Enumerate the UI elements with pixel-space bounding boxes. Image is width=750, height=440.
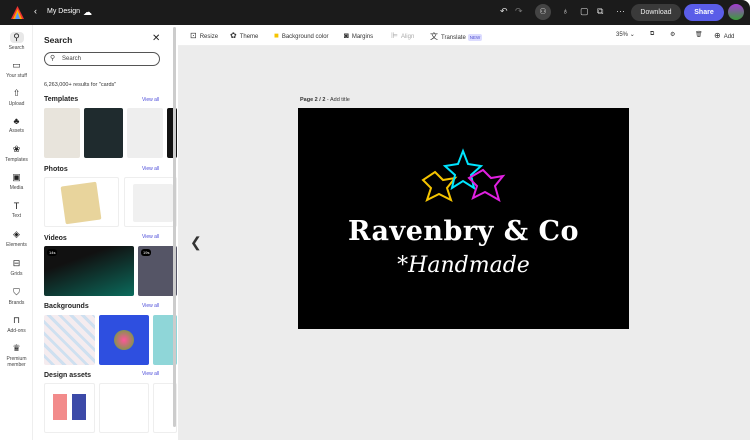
comment-icon[interactable]: ▢ [580,6,589,17]
rail-item-premium[interactable]: ♛ Premium member [0,343,33,368]
rail-item-brands[interactable]: ⛉ Brands [0,287,33,306]
elements-icon: ◈ [13,229,20,239]
rail-item-elements[interactable]: ◈ Elements [0,229,33,248]
brand-name: Ravenbry & Co [347,216,580,247]
left-rail: ⚲ Search ▭ Your stuff ⇧ Upload ♣ Assets ❀ Tem… [0,25,33,440]
more-icon[interactable]: ··· [616,6,625,16]
grids-icon: ⊟ [12,258,21,268]
assets-icon: ♣ [13,116,20,126]
undo-icon[interactable]: ↶ [500,6,508,17]
view-all-templates[interactable]: View all [142,97,159,103]
new-badge: NEW [467,34,483,41]
add-button[interactable]: ⊕ Add [714,31,734,40]
align-button[interactable]: ⊫ Align [391,31,414,40]
page-label: Page 2 / 2 - Add title [300,97,350,103]
delete-icon[interactable]: 🗑 [695,31,703,38]
view-all-backgrounds[interactable]: View all [142,303,159,309]
panel-title: Search [44,35,73,45]
editor-toolbar: ⊡ Resize ✿ Theme ■ Background color ◙ Margin… [178,25,750,46]
theme-icon: ✿ [230,31,237,40]
section-videos: Videos [44,235,67,242]
photo-thumbnail[interactable] [124,177,177,227]
rail-item-grids[interactable]: ⊟ Grids [0,258,33,277]
asset-thumbnail[interactable] [44,383,95,433]
chevron-down-icon: ⌄ [629,32,635,38]
margins-icon: ◙ [344,31,349,40]
template-thumbnail[interactable] [44,108,80,158]
photo-thumbnail[interactable] [44,177,119,227]
rail-item-media[interactable]: ▣ Media [0,172,33,191]
search-icon: ⚲ [9,32,24,43]
background-thumbnail[interactable] [99,315,149,365]
section-photos: Photos [44,166,68,173]
resize-button[interactable]: ⊡ Resize [190,31,218,40]
rail-item-addons[interactable]: ⊓ Add-ons [0,315,33,334]
upload-icon: ⇧ [12,88,21,98]
layers-icon[interactable]: ⚙ [670,31,675,38]
search-panel: Search ✕ ⚲ Search 6,263,000+ results for … [33,25,177,440]
rail-item-assets[interactable]: ♣ Assets [0,116,33,134]
zoom-select[interactable]: 35% ⌄ [616,31,635,38]
template-thumbnail[interactable] [127,108,163,158]
margins-button[interactable]: ◙ Margins [344,31,373,40]
pages-icon[interactable]: ⧉ [650,31,654,38]
align-icon: ⊫ [391,31,398,40]
text-icon: T [13,201,20,211]
share-button[interactable]: Share [684,4,724,21]
close-icon[interactable]: ✕ [152,33,160,44]
template-thumbnail[interactable] [84,108,123,158]
addons-icon: ⊓ [12,315,21,325]
resize-icon: ⊡ [190,31,197,40]
rail-item-search[interactable]: ⚲ Search [0,32,33,51]
app-logo-icon[interactable] [11,6,24,19]
rail-item-templates[interactable]: ❀ Templates [0,144,33,163]
design-page[interactable]: Ravenbry & Co *Handmade [298,108,629,329]
asset-thumbnail[interactable] [99,383,149,433]
translate-button[interactable]: 文 Translate NEW [430,31,483,42]
lightbulb-icon[interactable]: ♁ [562,6,569,16]
results-count: 6,263,000+ results for "cards" [44,82,117,88]
back-icon[interactable]: ‹ [34,6,37,16]
search-icon: ⚲ [50,55,56,62]
folder-icon: ▭ [12,60,21,70]
rail-item-text[interactable]: T Text [0,201,33,219]
media-icon: ▣ [12,172,21,182]
view-all-design-assets[interactable]: View all [142,371,159,377]
design-title[interactable]: My Design [47,8,80,15]
tagline: *Handmade [397,253,530,278]
previous-page-icon[interactable]: ❮ [190,234,202,251]
rail-item-upload[interactable]: ⇧ Upload [0,88,33,107]
video-thumbnail[interactable]: 19s [138,246,177,296]
translate-icon: 文 [430,32,438,41]
add-icon: ⊕ [714,31,721,40]
rail-item-your-stuff[interactable]: ▭ Your stuff [0,60,33,79]
panel-scrollbar[interactable] [173,27,176,427]
templates-icon: ❀ [12,144,21,154]
color-swatch-icon: ■ [274,31,279,40]
avatar[interactable] [728,4,744,20]
top-bar: ‹ My Design ☁ ↶ ↷ ⚇ ♁ ▢ ⧉ ··· Download S… [0,0,750,25]
view-all-videos[interactable]: View all [142,234,159,240]
background-thumbnail[interactable] [44,315,95,365]
video-thumbnail[interactable]: 14s [44,246,134,296]
present-icon[interactable]: ⧉ [597,6,603,17]
view-all-photos[interactable]: View all [142,166,159,172]
stars-logo-icon [421,148,506,203]
premium-icon: ♛ [12,343,21,353]
section-templates: Templates [44,96,79,103]
search-input[interactable]: ⚲ Search [44,52,160,66]
brands-icon: ⛉ [13,287,20,297]
add-title-link[interactable]: - Add title [325,97,350,103]
download-button[interactable]: Download [631,4,681,21]
invite-icon[interactable]: ⚇ [535,4,551,20]
section-design-assets: Design assets [44,372,92,379]
theme-button[interactable]: ✿ Theme [230,31,258,40]
cloud-icon: ☁ [83,7,92,17]
redo-icon[interactable]: ↷ [515,6,523,17]
section-backgrounds: Backgrounds [44,303,89,310]
background-color-button[interactable]: ■ Background color [274,31,329,40]
